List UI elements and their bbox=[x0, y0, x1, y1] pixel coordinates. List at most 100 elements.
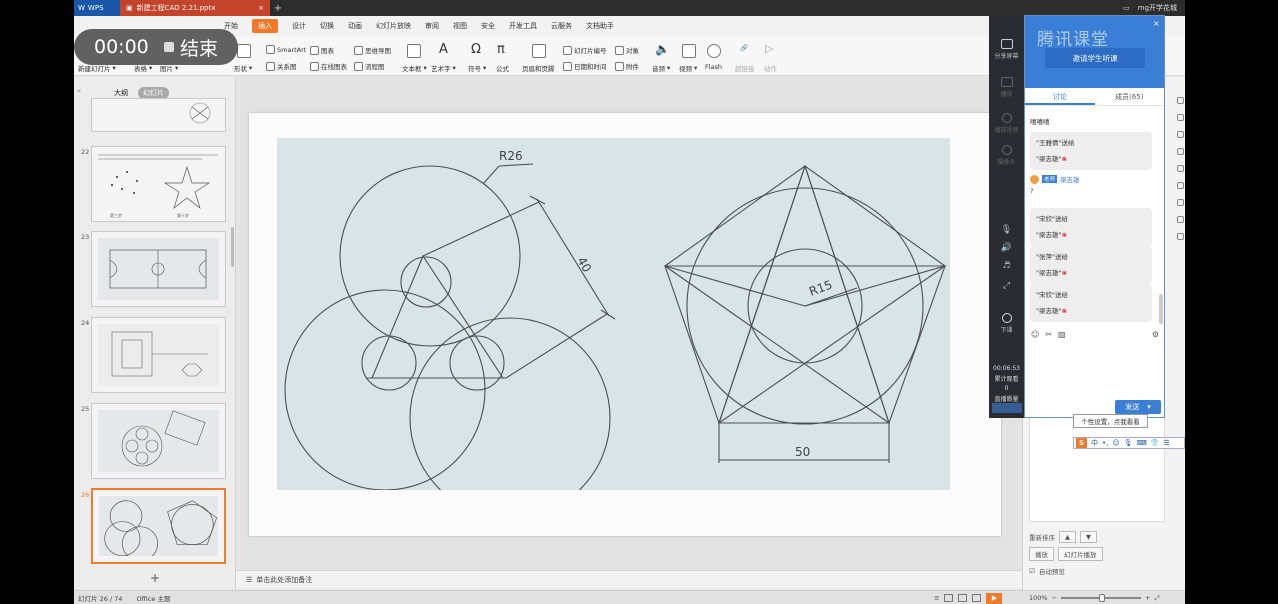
audio-button[interactable]: 音频 ▾ bbox=[652, 63, 670, 73]
flash-icon[interactable] bbox=[707, 44, 721, 58]
sorter-view-icon[interactable] bbox=[958, 594, 968, 602]
share-icon[interactable] bbox=[1176, 182, 1184, 189]
menu-icon[interactable]: ☰ bbox=[1163, 439, 1169, 447]
slide-thumb-25[interactable] bbox=[91, 403, 226, 479]
slide-thumb-26[interactable] bbox=[91, 488, 226, 564]
backup-icon[interactable] bbox=[1176, 233, 1184, 240]
online-chart-button[interactable]: 在线图表 bbox=[310, 61, 347, 71]
arttext-button[interactable]: 艺术字 ▾ bbox=[431, 63, 456, 73]
chat-message-list[interactable]: 嘻嘻嘻 "王雅倩"送给 "梁志雄"❀ 老师 梁志雄 ? "宋欣"送给 "梁志雄"… bbox=[1025, 106, 1164, 326]
punctuation-icon[interactable]: •, bbox=[1102, 439, 1108, 447]
mic-icon[interactable]: 🎙 bbox=[989, 225, 1024, 235]
attachment-button[interactable]: 附件 bbox=[615, 61, 639, 71]
share-screen-button[interactable]: 分享屏幕 bbox=[989, 39, 1024, 60]
layers-icon[interactable] bbox=[1176, 131, 1184, 138]
autopreview-row[interactable]: ☑ 自动预览 bbox=[1029, 566, 1065, 576]
menu-cloud[interactable]: 云服务 bbox=[551, 21, 572, 31]
slide-number-button[interactable]: 幻灯片编号 bbox=[563, 45, 607, 55]
header-footer-icon[interactable] bbox=[532, 44, 546, 58]
music-icon[interactable]: ♬ bbox=[989, 261, 1024, 271]
close-icon[interactable]: × bbox=[1153, 19, 1160, 28]
settings-icon[interactable] bbox=[1176, 199, 1184, 206]
zoom-slider-knob[interactable] bbox=[1099, 594, 1106, 602]
keyboard-icon[interactable]: ⌨ bbox=[1137, 439, 1147, 447]
mindmap-button[interactable]: 思维导图 bbox=[354, 45, 391, 55]
menu-view[interactable]: 视图 bbox=[453, 21, 467, 31]
tab-discussion[interactable]: 讨论 bbox=[1025, 88, 1095, 105]
invite-students-button[interactable]: 邀请学生听课 bbox=[1045, 48, 1145, 68]
expand-icon[interactable]: ⤢ bbox=[989, 281, 1024, 291]
action-icon[interactable]: ▷ bbox=[765, 42, 773, 55]
close-tab-icon[interactable]: × bbox=[258, 4, 264, 12]
slideshow-play-icon[interactable]: ▶ bbox=[986, 592, 1003, 604]
shape-button[interactable]: 形状 ▾ bbox=[234, 63, 252, 73]
sidebar-item-camera[interactable]: 摄像头 bbox=[989, 145, 1024, 166]
emoji-icon[interactable]: ☺ bbox=[1031, 330, 1039, 339]
stop-recording-button[interactable]: 结束 bbox=[164, 34, 218, 61]
voice-icon[interactable]: 🎙 bbox=[1124, 439, 1133, 447]
tab-outline[interactable]: 大纲 bbox=[114, 88, 128, 98]
fit-window-icon[interactable]: ⤢ bbox=[1155, 594, 1160, 603]
sogou-logo-icon[interactable]: S bbox=[1076, 438, 1087, 448]
animation-icon[interactable] bbox=[1176, 165, 1184, 172]
thumbnail-scrollbar[interactable] bbox=[231, 227, 234, 267]
new-tab-button[interactable]: + bbox=[270, 3, 286, 14]
menu-slideshow[interactable]: 幻灯片放映 bbox=[376, 21, 411, 31]
zoom-level[interactable]: 100% bbox=[1029, 594, 1048, 602]
menu-security[interactable]: 安全 bbox=[481, 21, 495, 31]
wps-home-tab[interactable]: W WPS bbox=[74, 0, 120, 16]
chevron-down-icon[interactable]: ▾ bbox=[1147, 403, 1151, 411]
relation-button[interactable]: 关系图 bbox=[266, 61, 297, 71]
slide-thumb-22[interactable]: 第三步 第十步 bbox=[91, 146, 226, 222]
user-name[interactable]: mg开学花城 bbox=[1138, 3, 1177, 13]
menu-assistant[interactable]: 文档助手 bbox=[586, 21, 614, 31]
symbol-button[interactable]: 符号 ▾ bbox=[468, 63, 486, 73]
slide-thumb-21[interactable] bbox=[91, 98, 226, 132]
textbox-button[interactable]: 文本框 ▾ bbox=[402, 63, 427, 73]
ime-language[interactable]: 中 bbox=[1091, 438, 1098, 448]
collapse-panel-icon[interactable]: « bbox=[77, 87, 81, 95]
flowchart-button[interactable]: 流程图 bbox=[354, 61, 385, 71]
textbox-icon[interactable] bbox=[407, 44, 421, 58]
menu-animation[interactable]: 动画 bbox=[348, 21, 362, 31]
menu-insert[interactable]: 插入 bbox=[252, 19, 278, 33]
emoji-icon[interactable]: ☺ bbox=[1112, 439, 1119, 447]
arttext-icon[interactable]: A bbox=[439, 42, 448, 57]
menu-transition[interactable]: 切换 bbox=[320, 21, 334, 31]
image-icon[interactable]: ▨ bbox=[1058, 330, 1066, 339]
scissors-icon[interactable]: ✂ bbox=[1045, 330, 1052, 339]
help-icon[interactable] bbox=[1176, 216, 1184, 223]
sidebar-item-play[interactable]: 播放 bbox=[989, 77, 1024, 98]
sidebar-item-play-video[interactable]: 播放视频 bbox=[989, 113, 1024, 134]
video-button[interactable]: 视频 ▾ bbox=[679, 63, 697, 73]
notes-pane[interactable]: ☰ 单击此处添加备注 bbox=[236, 570, 1022, 588]
monitor-icon[interactable]: ▭ bbox=[1123, 4, 1130, 12]
menu-design[interactable]: 设计 bbox=[292, 21, 306, 31]
flash-button[interactable]: Flash bbox=[705, 63, 722, 71]
slideshow-button[interactable]: 幻灯片播放 bbox=[1058, 547, 1103, 561]
tab-members[interactable]: 成员(65) bbox=[1095, 88, 1165, 105]
datetime-button[interactable]: 日期和时间 bbox=[563, 61, 607, 71]
header-footer-button[interactable]: 页眉和页脚 bbox=[522, 63, 555, 73]
chart-button[interactable]: 图表 bbox=[310, 45, 334, 55]
speaker-icon[interactable]: 🔈 bbox=[655, 42, 670, 56]
action-button[interactable]: 动作 bbox=[764, 63, 777, 73]
reading-view-icon[interactable] bbox=[972, 594, 982, 602]
omega-icon[interactable]: Ω bbox=[471, 42, 481, 57]
zoom-slider[interactable] bbox=[1061, 594, 1142, 602]
slide-thumb-23[interactable] bbox=[91, 231, 226, 307]
select-icon[interactable] bbox=[1176, 97, 1184, 104]
end-class-button[interactable]: 下课 bbox=[989, 313, 1024, 334]
autopreview-checkbox[interactable]: ☑ bbox=[1029, 567, 1035, 575]
zoom-out-icon[interactable]: − bbox=[1052, 594, 1057, 602]
slide-thumb-24[interactable] bbox=[91, 317, 226, 393]
notes-toggle-icon[interactable]: ≡ bbox=[934, 594, 939, 602]
formula-button[interactable]: 公式 bbox=[496, 63, 509, 73]
pi-icon[interactable]: π bbox=[497, 42, 505, 57]
move-up-button[interactable]: ▲ bbox=[1059, 531, 1076, 543]
shape-icon[interactable] bbox=[237, 44, 251, 58]
shape-icon[interactable] bbox=[1176, 114, 1184, 121]
normal-view-icon[interactable] bbox=[944, 594, 954, 602]
menu-developer[interactable]: 开发工具 bbox=[509, 21, 537, 31]
hyperlink-icon[interactable]: 🔗 bbox=[740, 44, 748, 52]
